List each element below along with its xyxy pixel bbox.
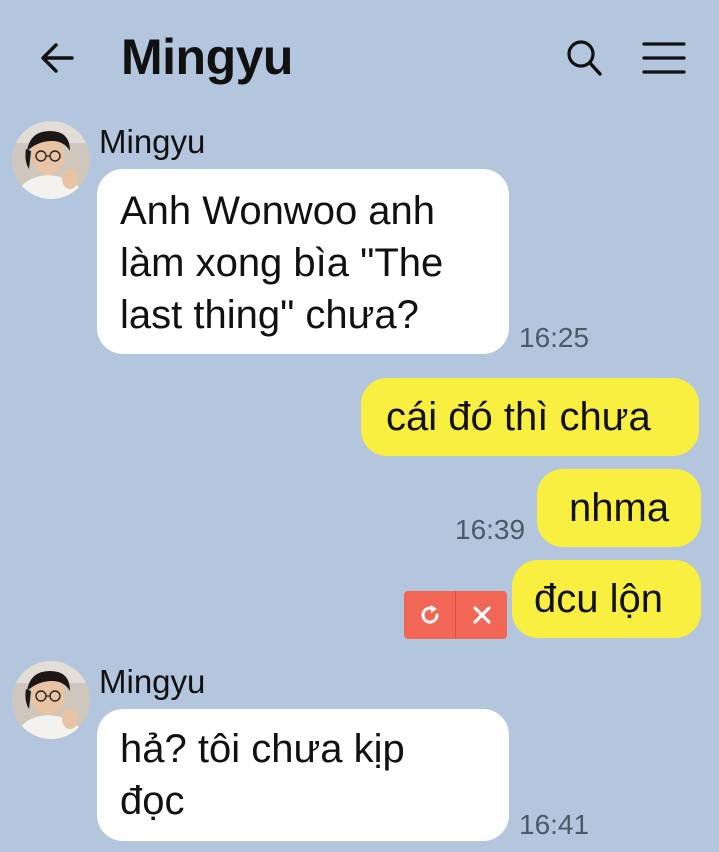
message-text-line: Anh Wonwoo anh [120, 189, 436, 233]
message-bubble-outgoing[interactable]: nhma [537, 469, 701, 547]
message-text-line: đọc [120, 779, 185, 823]
message-timestamp: 16:41 [519, 809, 590, 840]
sender-name: Mingyu [99, 663, 206, 700]
menu-button[interactable] [641, 38, 687, 78]
sender-name: Mingyu [99, 123, 206, 160]
message-bubble-outgoing[interactable]: cái đó thì chưa [361, 378, 699, 456]
avatar[interactable] [12, 121, 90, 199]
close-icon [472, 606, 491, 624]
search-button[interactable] [562, 36, 606, 80]
message-bubble-incoming[interactable]: hả? tôi chưa kịp đọc [97, 709, 509, 841]
message-text: đcu lộn [534, 577, 663, 621]
message-text: cái đó thì chưa [386, 395, 651, 439]
delete-button[interactable] [456, 591, 507, 639]
message-text: nhma [569, 486, 670, 530]
message-text-line: làm xong bìa "The [120, 241, 444, 285]
message-text-line: hả? tôi chưa kịp [120, 727, 405, 771]
search-icon [567, 40, 602, 76]
message-timestamp: 16:39 [455, 514, 526, 545]
avatar-icon [12, 121, 90, 199]
message-timestamp: 16:25 [519, 322, 590, 353]
failed-message-actions [404, 591, 507, 639]
message-bubble-incoming[interactable]: Anh Wonwoo anh làm xong bìa "The last th… [97, 169, 509, 354]
message-bubble-outgoing[interactable]: đcu lộn [512, 560, 701, 638]
retry-button[interactable] [404, 591, 455, 639]
avatar-icon [12, 661, 90, 739]
back-button[interactable] [36, 36, 80, 80]
hamburger-menu-icon [642, 42, 686, 74]
arrow-left-icon [41, 43, 74, 73]
message-text-line: last thing" chưa? [120, 293, 419, 337]
chat-header: Mingyu [0, 0, 719, 120]
chat-title: Mingyu [121, 29, 293, 85]
avatar[interactable] [12, 661, 90, 739]
retry-icon [421, 605, 439, 624]
